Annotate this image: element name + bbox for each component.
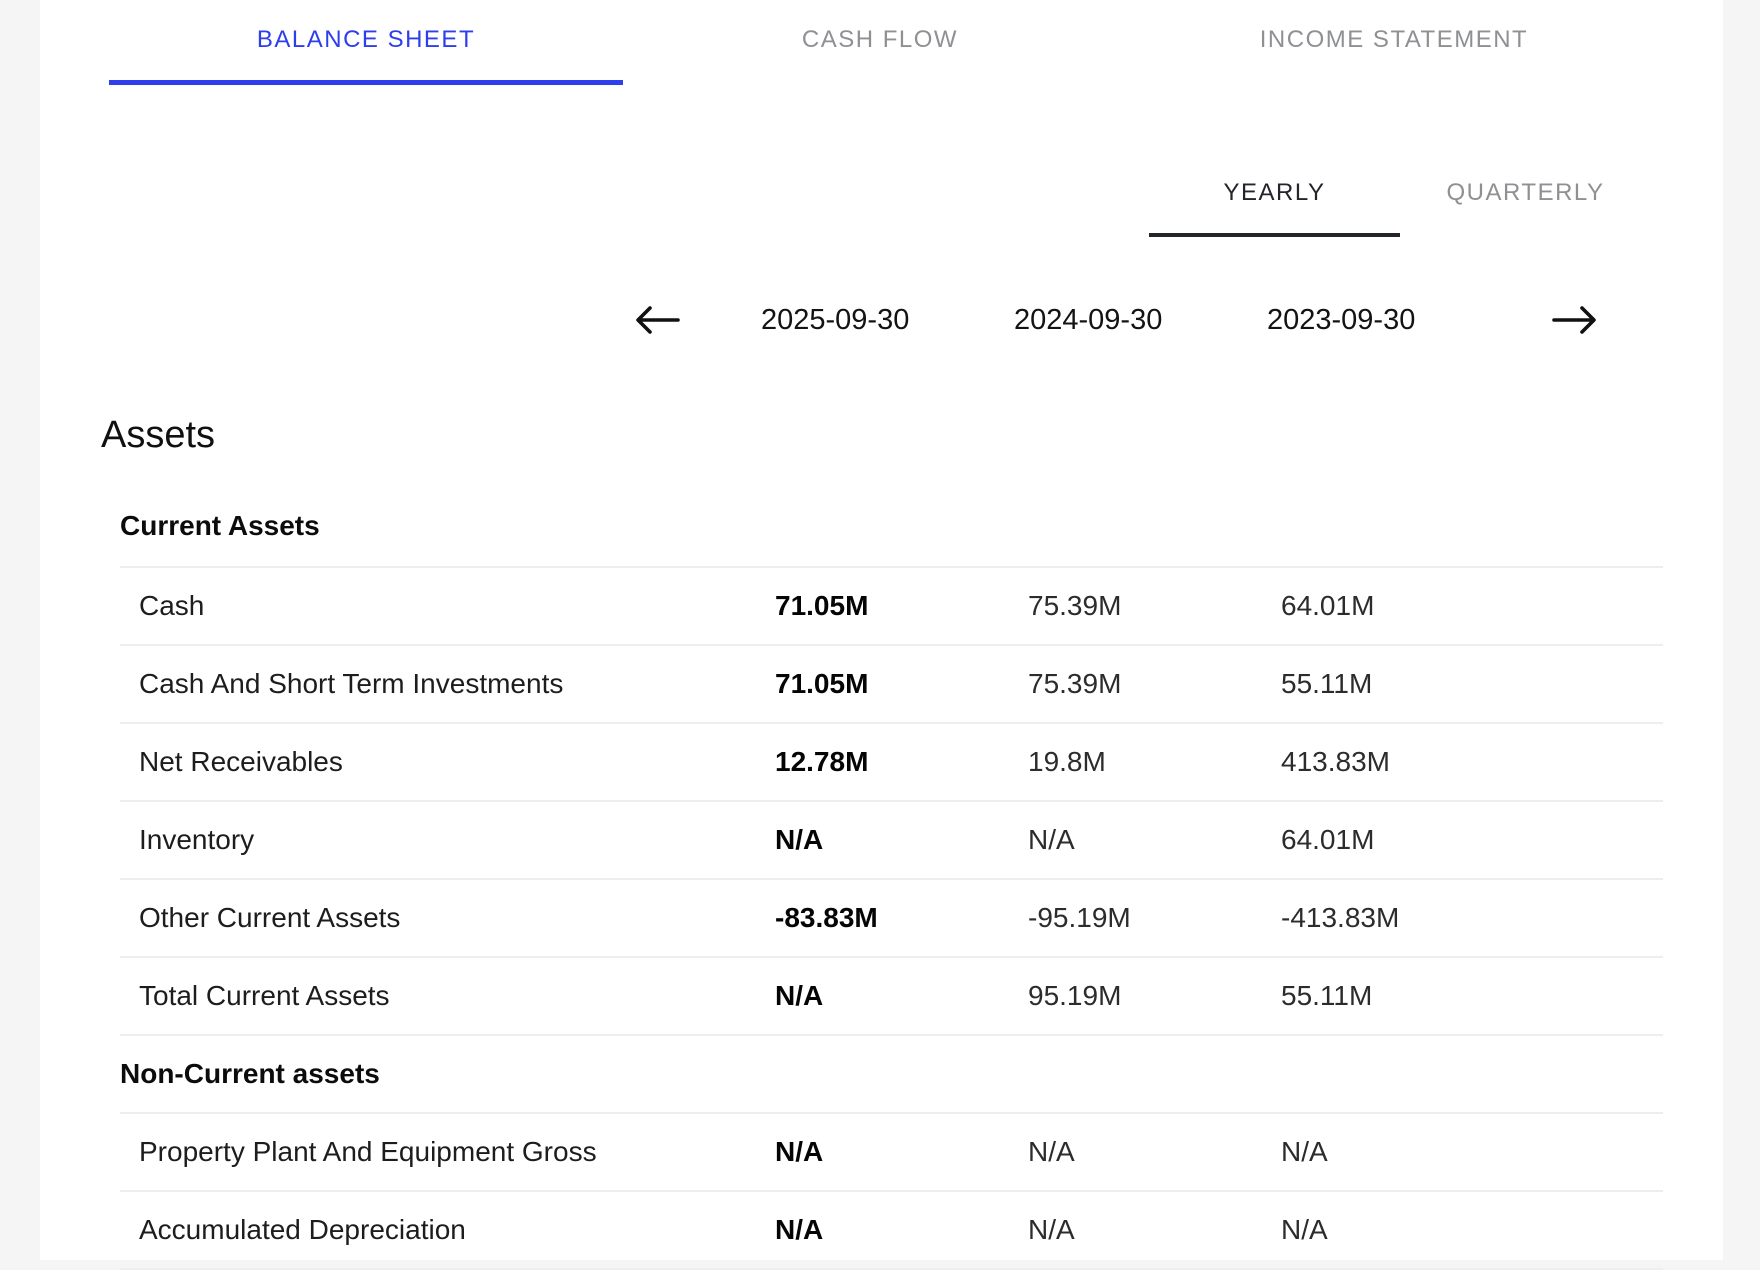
column-header-date: 2024-09-30 <box>1014 304 1267 337</box>
row-value: N/A <box>1014 824 1267 856</box>
row-value: 12.78M <box>761 746 1014 778</box>
row-value: 55.11M <box>1267 980 1520 1012</box>
balance-sheet-table: 2025-09-30 2024-09-30 2023-09-30 <box>120 283 1663 357</box>
table-row: Total Current Assets N/A 95.19M 55.11M <box>120 958 1663 1036</box>
group-header-non-current-assets: Non-Current assets <box>120 1036 1663 1114</box>
row-value: 413.83M <box>1267 746 1520 778</box>
row-label: Cash <box>120 590 761 622</box>
row-label: Cash And Short Term Investments <box>120 668 761 700</box>
toggle-yearly[interactable]: YEARLY <box>1149 153 1400 237</box>
column-header-date: 2023-09-30 <box>1267 304 1520 337</box>
tab-income-statement[interactable]: INCOME STATEMENT <box>1137 0 1651 85</box>
row-value: 75.39M <box>1014 590 1267 622</box>
group-header-current-assets: Current Assets <box>120 458 1663 568</box>
row-value: N/A <box>761 1136 1014 1168</box>
row-value: 19.8M <box>1014 746 1267 778</box>
table-row: Net Receivables 12.78M 19.8M 413.83M <box>120 724 1663 802</box>
row-value: 95.19M <box>1014 980 1267 1012</box>
row-value: 71.05M <box>761 590 1014 622</box>
row-label: Other Current Assets <box>120 902 761 934</box>
row-value: 64.01M <box>1267 590 1520 622</box>
row-value: N/A <box>1267 1214 1520 1246</box>
row-label: Inventory <box>120 824 761 856</box>
row-value: N/A <box>761 824 1014 856</box>
table-row: Other Current Assets -83.83M -95.19M -41… <box>120 880 1663 958</box>
row-value: N/A <box>1267 1136 1520 1168</box>
row-value: N/A <box>1014 1136 1267 1168</box>
row-value: N/A <box>1014 1214 1267 1246</box>
column-header-date: 2025-09-30 <box>761 304 1014 337</box>
row-label: Accumulated Depreciation <box>120 1214 761 1246</box>
arrow-right-icon <box>1551 303 1599 337</box>
row-value: N/A <box>761 980 1014 1012</box>
period-toggle-row: YEARLY QUARTERLY <box>40 153 1723 237</box>
date-columns-header: 2025-09-30 2024-09-30 2023-09-30 <box>120 283 1663 357</box>
arrow-left-icon <box>633 303 681 337</box>
financials-panel: BALANCE SHEET CASH FLOW INCOME STATEMENT… <box>40 0 1723 1260</box>
row-value: 64.01M <box>1267 824 1520 856</box>
page-title-assets: Assets <box>101 412 1723 458</box>
assets-table-body: Current Assets Cash 71.05M 75.39M 64.01M… <box>120 458 1663 1270</box>
row-value: -413.83M <box>1267 902 1520 934</box>
table-row: Property Plant And Equipment Gross N/A N… <box>120 1114 1663 1192</box>
row-label: Net Receivables <box>120 746 761 778</box>
table-row: Accumulated Depreciation N/A N/A N/A <box>120 1192 1663 1270</box>
row-value: -95.19M <box>1014 902 1267 934</box>
row-label: Property Plant And Equipment Gross <box>120 1136 761 1168</box>
tab-balance-sheet[interactable]: BALANCE SHEET <box>109 0 623 85</box>
row-value: 71.05M <box>761 668 1014 700</box>
row-value: 75.39M <box>1014 668 1267 700</box>
table-row: Cash And Short Term Investments 71.05M 7… <box>120 646 1663 724</box>
table-row: Inventory N/A N/A 64.01M <box>120 802 1663 880</box>
row-value: 55.11M <box>1267 668 1520 700</box>
next-period-button[interactable] <box>1551 302 1599 338</box>
period-toggle: YEARLY QUARTERLY <box>1149 153 1651 237</box>
table-row: Cash 71.05M 75.39M 64.01M <box>120 568 1663 646</box>
toggle-quarterly[interactable]: QUARTERLY <box>1400 153 1651 237</box>
prev-period-button[interactable] <box>633 302 681 338</box>
row-value: N/A <box>761 1214 1014 1246</box>
tab-cash-flow[interactable]: CASH FLOW <box>623 0 1137 85</box>
row-value: -83.83M <box>761 902 1014 934</box>
row-label: Total Current Assets <box>120 980 761 1012</box>
statement-tabbar: BALANCE SHEET CASH FLOW INCOME STATEMENT <box>40 0 1723 85</box>
